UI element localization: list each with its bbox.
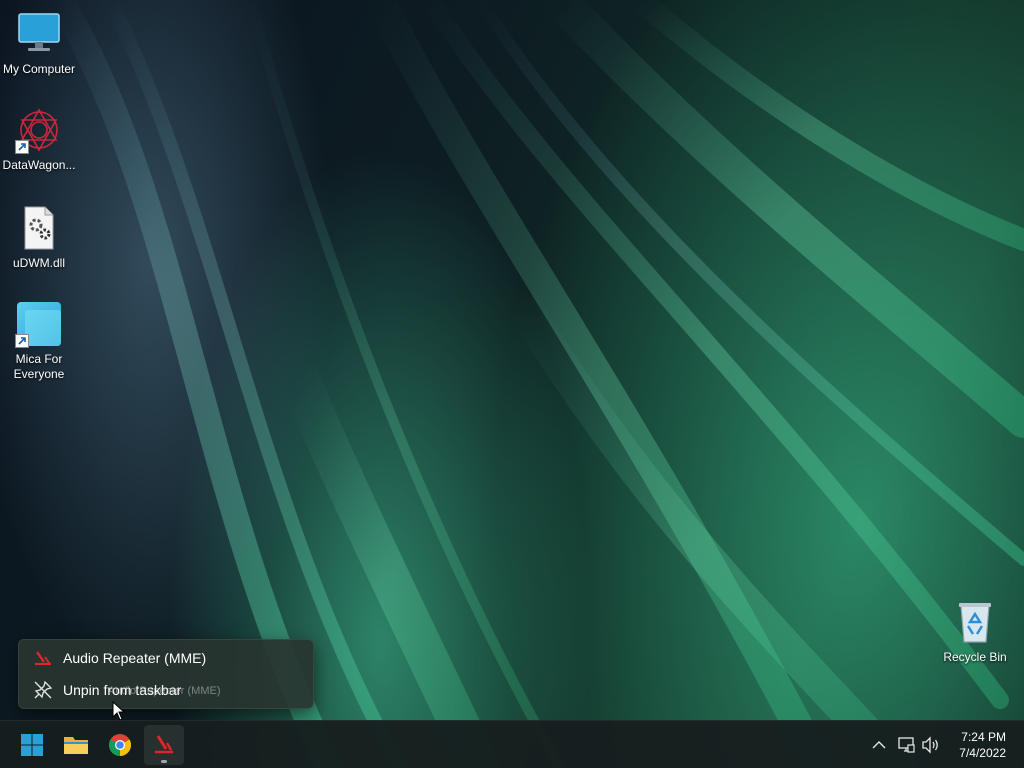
taskbar-tooltip: Audio Repeater (MME) xyxy=(108,685,221,697)
clock-time: 7:24 PM xyxy=(961,730,1006,744)
desktop-icon-label: uDWM.dll xyxy=(12,256,65,270)
chrome-button[interactable] xyxy=(100,725,140,765)
folder-icon xyxy=(64,737,88,754)
mouse-cursor-icon xyxy=(112,701,126,721)
network-icon xyxy=(898,737,915,753)
desktop-icon-label: My Computer xyxy=(2,62,76,76)
desktop-icon-my-computer[interactable]: My Computer xyxy=(0,10,78,77)
audio-repeater-icon xyxy=(155,735,173,754)
show-hidden-icons-button[interactable] xyxy=(868,733,890,757)
desktop[interactable]: My Computer DataWagon... uDWM.dll Mica F… xyxy=(0,0,1024,768)
desktop-icon-datawagon[interactable]: DataWagon... xyxy=(0,106,78,173)
desktop-icon-label: Recycle Bin xyxy=(943,650,1007,664)
desktop-icon-mica[interactable]: Mica For Everyone xyxy=(0,300,78,382)
desktop-icon-label: Mica For Everyone xyxy=(13,352,65,381)
clock-date: 7/4/2022 xyxy=(959,746,1006,760)
taskbar-clock[interactable]: 7:24 PM 7/4/2022 xyxy=(942,729,1006,761)
taskbar: 7:24 PM 7/4/2022 xyxy=(0,720,1024,768)
desktop-icon-recycle-bin[interactable]: Recycle Bin xyxy=(936,598,1014,665)
volume-icon xyxy=(922,736,938,754)
file-explorer-button[interactable] xyxy=(56,725,96,765)
chrome-icon xyxy=(109,734,131,756)
network-tray-button[interactable] xyxy=(895,733,917,757)
unpin-icon xyxy=(33,680,53,700)
datawagon-icon xyxy=(15,106,63,154)
desktop-icon-udwm[interactable]: uDWM.dll xyxy=(0,204,78,271)
dll-file-icon xyxy=(15,204,63,252)
audio-repeater-taskbar-button[interactable] xyxy=(144,725,184,765)
monitor-icon xyxy=(15,10,63,58)
volume-tray-button[interactable] xyxy=(920,733,942,757)
running-indicator xyxy=(161,760,167,763)
shortcut-arrow-icon xyxy=(15,334,29,348)
chevron-up-icon xyxy=(872,741,886,749)
desktop-icon-label: DataWagon... xyxy=(2,158,76,172)
recycle-bin-icon xyxy=(951,598,999,646)
start-button[interactable] xyxy=(12,725,52,765)
jump-list-item-label: Audio Repeater (MME) xyxy=(63,650,207,666)
audio-repeater-icon xyxy=(33,648,53,668)
shortcut-arrow-icon xyxy=(15,140,29,154)
jump-list-item-audio-repeater[interactable]: Audio Repeater (MME) xyxy=(19,642,313,674)
mica-icon xyxy=(15,300,63,348)
windows-logo-icon xyxy=(21,734,43,756)
taskbar-jump-list: Audio Repeater (MME) Unpin from taskbar xyxy=(18,639,314,709)
